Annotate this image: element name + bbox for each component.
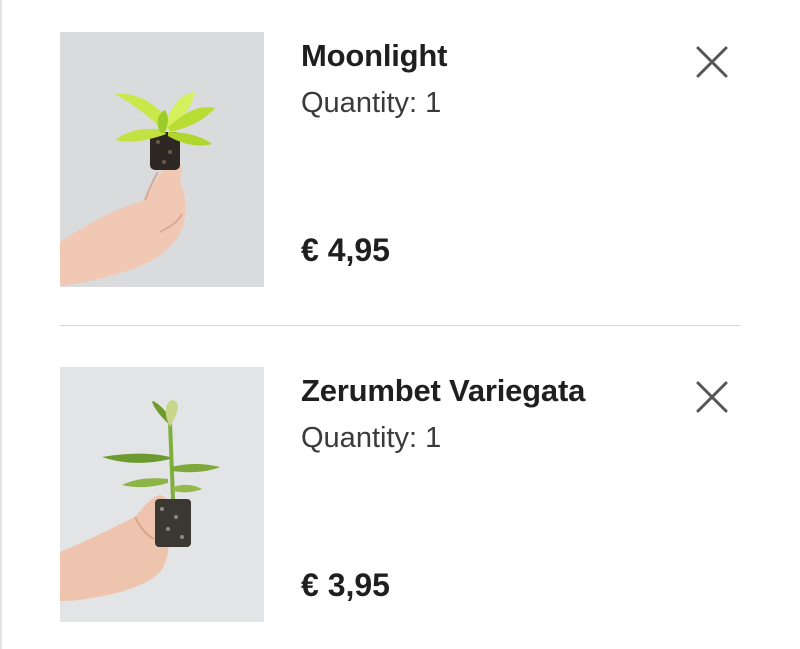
cart-panel: Moonlight Quantity: 1 € 4,95 Zerumbet Va… <box>0 0 800 649</box>
product-price: € 4,95 <box>301 232 390 268</box>
panel-edge <box>0 0 2 649</box>
cart-item: Moonlight Quantity: 1 € 4,95 <box>60 32 741 287</box>
product-name: Zerumbet Variegata <box>301 373 586 408</box>
product-name: Moonlight <box>301 38 448 73</box>
product-quantity: Quantity: 1 <box>301 87 442 119</box>
product-image[interactable] <box>60 32 264 287</box>
product-price: € 3,95 <box>301 567 390 603</box>
plant-thumbnail-icon <box>60 367 264 622</box>
remove-item-button[interactable] <box>690 40 734 84</box>
plant-thumbnail-icon <box>60 32 264 287</box>
item-divider <box>60 325 741 326</box>
product-quantity: Quantity: 1 <box>301 422 442 454</box>
cart-item: Zerumbet Variegata Quantity: 1 € 3,95 <box>60 367 741 622</box>
remove-item-button[interactable] <box>690 375 734 419</box>
close-icon <box>696 46 728 78</box>
close-icon <box>696 381 728 413</box>
product-image[interactable] <box>60 367 264 622</box>
